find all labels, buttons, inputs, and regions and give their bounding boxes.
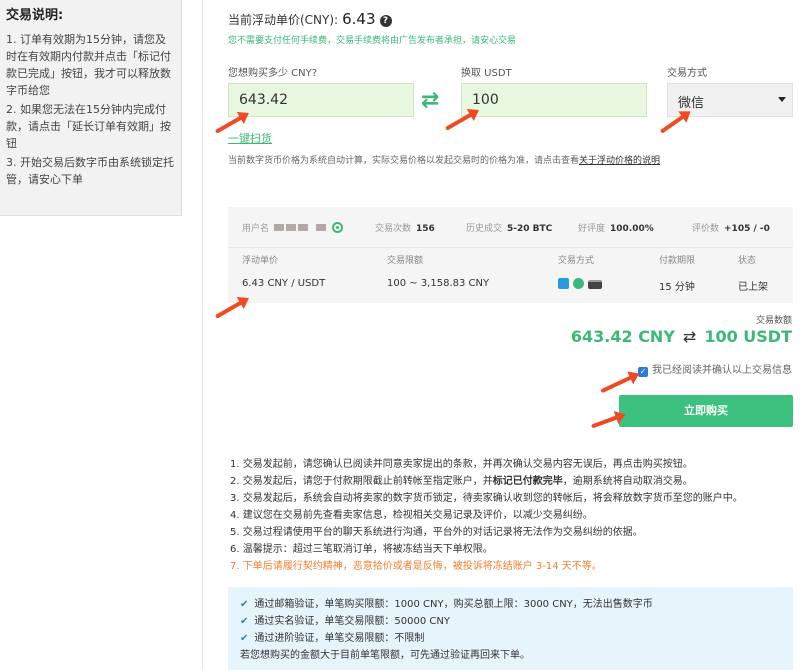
instruction-item-3: 3. 开始交易后数字币由系统锁定托管，请安心下单 <box>6 156 174 186</box>
chevron-down-icon <box>778 97 786 102</box>
deal-amounts: 643.42 CNY ⇄ 100 USDT <box>571 327 792 346</box>
header-status: 状态 <box>738 256 757 266</box>
rule-1: 1. 交易发起前，请您确认已阅读并同意卖家提出的条款，并再次确认交易内容无误后，… <box>230 459 693 470</box>
blurred-username <box>315 224 326 231</box>
seller-stats: 用户名 交易次数 156 历史成交 5-20 BTC 好评度 100.00% 评价数 +… <box>242 221 783 235</box>
rule-6: 6. 温馨提示：超过三笔取消订单，将被冻结当天下单权限。 <box>230 544 493 555</box>
exchange-arrow-icon: ⇄ <box>682 327 697 346</box>
reviews-value: +105 / -0 <box>724 224 770 234</box>
rule-4: 4. 建议您在交易前先查看卖家信息，检视相关交易记录及评价，以减少交易纠纷。 <box>230 510 593 521</box>
agree-checkbox-row[interactable]: ✓ 我已经阅读并确认以上交易信息 <box>638 361 792 377</box>
payment-icons <box>558 278 606 290</box>
order-main: 当前浮动单价(CNY): 6.43? 您不需要支付任何手续费，交易手续费将由广告发… <box>202 0 800 670</box>
alipay-icon <box>558 278 569 289</box>
fee-note: 您不需要支付任何手续费，交易手续费将由广告发布者承担，请安心交易 <box>228 36 517 46</box>
deal-cny: 643.42 CNY <box>570 327 675 346</box>
reviews-label: 评价数 <box>692 224 720 234</box>
limit-realname-text: 通过实名验证，单笔交易限额：50000 CNY <box>254 616 450 627</box>
trade-limit: 100 ~ 3,158.83 CNY <box>387 278 490 289</box>
swap-icon[interactable]: ⇄ <box>421 90 447 112</box>
trades-stat: 交易次数 156 <box>375 221 435 234</box>
verification-limits: ✔ 通过邮箱验证，单笔购买限额：1000 CNY，购买总额上限：3000 CNY，… <box>228 587 793 670</box>
header-unit-price: 浮动单价 <box>242 256 279 266</box>
trade-rules: 1. 交易发起前，请您确认已阅读并同意卖家提出的条款，并再次确认交易内容无误后，… <box>230 456 790 575</box>
blurred-username <box>297 224 308 231</box>
unit-price: 6.43 CNY / USDT <box>242 278 326 289</box>
deal-usdt: 100 USDT <box>704 327 792 346</box>
rule-5: 5. 交易过程请使用平台的聊天系统进行沟通，平台外的对话记录将无法作为交易纠纷的… <box>230 527 643 538</box>
limit-advanced: ✔ 通过进阶验证，单笔交易限额：不限制 <box>240 630 781 647</box>
agree-label: 我已经阅读并确认以上交易信息 <box>652 365 792 376</box>
cny-label: 您想购买多少 CNY? <box>228 68 318 79</box>
wechat-icon <box>573 278 584 289</box>
rating-value: 100.00% <box>610 224 654 234</box>
limit-note: 若您想购买的金额大于目前单笔限额，可先通过验证再回来下单。 <box>240 650 530 661</box>
instructions-title: 交易说明: <box>6 8 64 23</box>
offer-status: 已上架 <box>738 282 768 293</box>
floating-price-link[interactable]: 关于浮动价格的说明 <box>579 156 660 166</box>
quick-buy-link[interactable]: 一键扫货 <box>228 130 272 146</box>
rule-2-bold: 标记已付款完毕 <box>492 476 563 487</box>
check-icon: ✔ <box>240 616 249 627</box>
divider <box>228 247 793 248</box>
trades-value: 156 <box>416 224 435 234</box>
verified-icon <box>331 222 343 233</box>
user-label: 用户名 <box>242 224 270 234</box>
limit-advanced-text: 通过进阶验证，单笔交易限额：不限制 <box>254 633 425 644</box>
usdt-label: 换取 USDT <box>461 68 512 79</box>
offer-table-row: 6.43 CNY / USDT 100 ~ 3,158.83 CNY 15 分钟… <box>242 278 783 293</box>
rule-2a: 2. 交易发起后，请您于付款期限截止前转帐至指定账户，并 <box>230 476 493 487</box>
buy-now-button[interactable]: 立即购买 <box>619 395 793 427</box>
price-value: 6.43 <box>342 10 376 28</box>
rule-3: 3. 交易发起后，系统会自动将卖家的数字货币锁定，待卖家确认收到您的转帐后，将会… <box>230 493 743 504</box>
reviews-stat: 评价数 +105 / -0 <box>692 221 770 234</box>
blurred-username <box>273 224 284 231</box>
help-icon[interactable]: ? <box>379 15 392 27</box>
cny-amount-input[interactable]: 643.42 <box>228 83 414 117</box>
header-limit: 交易限额 <box>387 256 424 266</box>
rating-stat: 好评度 100.00% <box>578 221 654 234</box>
check-icon: ✔ <box>240 633 249 644</box>
rating-label: 好评度 <box>578 224 606 234</box>
limit-email: ✔ 通过邮箱验证，单笔购买限额：1000 CNY，购买总额上限：3000 CNY，… <box>240 596 781 613</box>
usdt-amount-input[interactable]: 100 <box>461 83 647 117</box>
header-method: 交易方式 <box>558 256 595 266</box>
payment-deadline: 15 分钟 <box>659 282 695 293</box>
rule-2c: ，逾期系统将自动取消交易。 <box>562 476 693 487</box>
history-label: 历史成交 <box>466 224 503 234</box>
instructions-panel: 交易说明: 1. 订单有效期为15分钟，请您及时在有效期内付款并点击「标记付款已… <box>0 0 182 216</box>
method-label: 交易方式 <box>667 68 707 79</box>
history-stat: 历史成交 5-20 BTC <box>466 221 552 234</box>
calc-note: 当前数字货币价格为系统自动计算，实际交易价格以发起交易时的价格为准，请点击查看关… <box>228 153 660 166</box>
current-price: 当前浮动单价(CNY): 6.43? <box>228 10 392 28</box>
trades-label: 交易次数 <box>375 224 412 234</box>
rule-7: 7. 下单后请履行契约精神，恶意拾价或者是反悔，被投诉将冻结账户 3-14 天不… <box>230 561 602 572</box>
limit-email-text: 通过邮箱验证，单笔购买限额：1000 CNY，购买总额上限：3000 CNY，无… <box>254 599 653 610</box>
seller-info: 用户名 交易次数 156 历史成交 5-20 BTC 好评度 100.00% 评价数 +… <box>228 207 793 303</box>
offer-table-header: 浮动单价 交易限额 交易方式 付款期限 状态 <box>242 253 783 266</box>
instruction-item-2: 2. 如果您无法在15分钟内完成付款，请点击「延长订单有效期」按钮 <box>6 103 171 150</box>
instruction-item-1: 1. 订单有效期为15分钟，请您及时在有效期内付款并点击「标记付款已完成」按钮，… <box>6 33 171 97</box>
blurred-username <box>285 224 296 231</box>
bank-card-icon <box>588 280 602 289</box>
history-value: 5-20 BTC <box>507 224 553 234</box>
calc-note-text: 当前数字货币价格为系统自动计算，实际交易价格以发起交易时的价格为准，请点击查看 <box>228 156 580 166</box>
rule-2: 2. 交易发起后，请您于付款期限截止前转帐至指定账户，并标记已付款完毕，逾期系统… <box>230 473 790 490</box>
limit-realname: ✔ 通过实名验证，单笔交易限额：50000 CNY <box>240 613 781 630</box>
price-label: 当前浮动单价(CNY): <box>228 13 339 27</box>
deal-amount-label: 交易数额 <box>755 316 792 326</box>
check-icon: ✔ <box>240 599 249 610</box>
header-deadline: 付款期限 <box>659 256 696 266</box>
seller-user: 用户名 <box>242 221 343 234</box>
